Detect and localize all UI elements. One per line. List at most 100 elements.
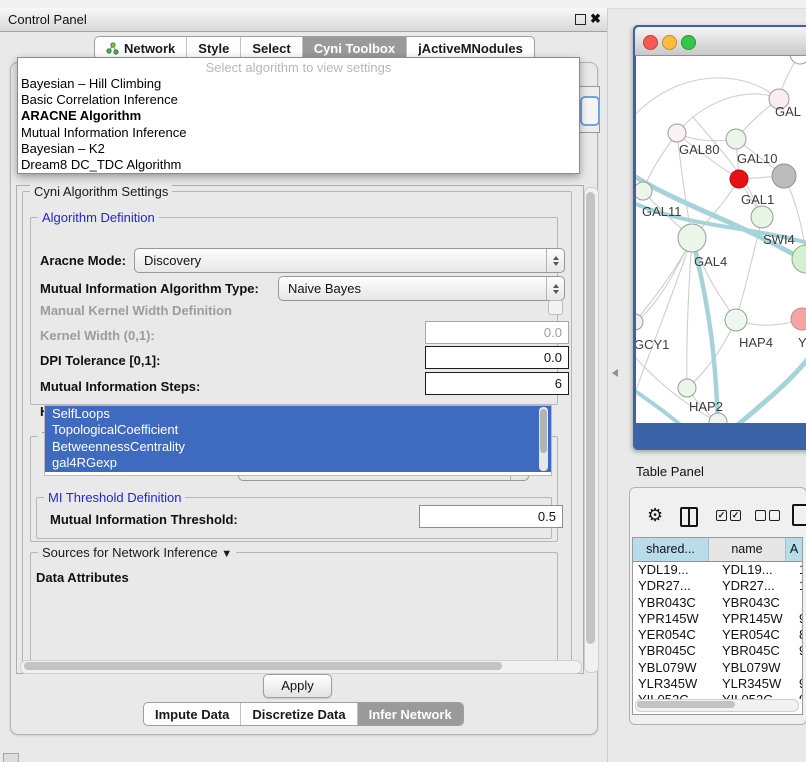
network-node[interactable] [725,309,747,331]
table-cell[interactable]: YBR045C [713,643,794,659]
network-node[interactable] [791,308,806,330]
network-edge[interactable] [636,238,692,396]
tab-discretize-data[interactable]: Discretize Data [241,703,357,725]
table-cell[interactable]: YIL052C [713,692,794,699]
network-edge-highlighted[interactable] [636,388,684,423]
network-node[interactable] [790,56,806,64]
dpi-tolerance-input[interactable]: 0.0 [425,346,569,369]
table-cell[interactable]: YDR27... [713,578,794,594]
dropdown-item[interactable]: Basic Correlation Inference [18,92,579,108]
network-edge[interactable] [636,238,692,322]
table-cell[interactable]: YPR145W [713,611,794,627]
table-cell[interactable]: YLR345W [713,676,794,692]
panel-collapse-arrow[interactable] [612,369,618,377]
table-cell[interactable]: YER054C [633,627,713,643]
table-row[interactable]: YIL052CYIL052C9 [633,692,802,699]
dropdown-item[interactable]: Mutual Information Inference [18,125,579,141]
table-cell[interactable]: YBL079W [713,660,794,676]
table-cell[interactable]: 9. [794,676,802,692]
minimize-traffic-light[interactable] [662,35,677,50]
tab-style[interactable]: Style [187,37,241,59]
table-cell[interactable]: YDL19... [633,562,713,578]
tab-impute-data[interactable]: Impute Data [144,703,241,725]
table-row[interactable]: YER054CYER054C8. [633,627,802,643]
network-view[interactable]: GALGAL80GAL10GAL1GAL11SWI4GAL4GCY1HAP4YH… [636,56,806,423]
network-node[interactable] [709,413,727,423]
unchecked-checkbox-icon[interactable] [755,510,766,521]
dropdown-item[interactable]: Bayesian – K2 [18,141,579,157]
network-node[interactable] [792,245,806,273]
attribute-list-item[interactable]: TopologicalCoefficient [45,422,551,438]
close-traffic-light[interactable] [643,35,658,50]
combo-stepper-fragment[interactable] [580,96,600,126]
dropdown-item[interactable]: Dream8 DC_TDC Algorithm [18,157,579,173]
network-node[interactable] [730,170,748,188]
network-node[interactable] [678,224,706,252]
tab-infer-network[interactable]: Infer Network [358,703,463,725]
data-attributes-list[interactable]: SelfLoopsTopologicalCoefficientBetweenne… [44,405,552,476]
table-cell[interactable]: YBL079W [633,660,713,676]
table-cell[interactable]: 9. [794,643,802,659]
network-node[interactable] [726,129,746,149]
float-window-icon[interactable] [575,14,586,25]
table-row[interactable]: YLR345WYLR345W9. [633,676,802,692]
network-node[interactable] [678,379,696,397]
table-row[interactable]: YDR27...YDR27...12 [633,578,802,594]
page-icon[interactable] [792,504,806,526]
table-cell[interactable]: 13 [794,562,802,578]
table-row[interactable]: YBR043CYBR043C [633,595,802,611]
table-row[interactable]: YDL19...YDL19...13 [633,562,802,578]
settings-hscrollbar-thumb[interactable] [24,662,502,670]
column-header-cut[interactable]: A [786,538,802,561]
table-cell[interactable]: YIL052C [633,692,713,699]
table-cell[interactable]: YPR145W [633,611,713,627]
mi-type-select[interactable]: Naive Bayes [278,276,565,301]
table-cell[interactable] [794,595,802,611]
tab-network[interactable]: Network [95,37,187,59]
kernel-width-input[interactable]: 0.0 [425,321,569,344]
network-edge-highlighted[interactable] [734,354,806,423]
unchecked-checkbox-icon[interactable] [769,510,780,521]
table-cell[interactable]: YDR27... [633,578,713,594]
checked-checkbox-icon[interactable]: ✓ [730,510,741,521]
network-edge[interactable] [687,238,692,388]
attribute-list-item[interactable]: SelfLoops [45,406,551,422]
gear-icon[interactable]: ⚙ [647,505,663,526]
table-cell[interactable]: YER054C [713,627,794,643]
dock-corner-icon[interactable] [3,753,19,762]
network-node[interactable] [636,182,652,200]
table-cell[interactable]: 9. [794,611,802,627]
network-edge[interactable] [636,78,779,118]
table-cell[interactable]: YBR043C [713,595,794,611]
sources-toggle[interactable]: Sources for Network Inference ▼ [38,546,236,561]
zoom-traffic-light[interactable] [681,35,696,50]
tab-select[interactable]: Select [241,37,302,59]
table-cell[interactable]: 12 [794,578,802,594]
table-cell[interactable]: 9 [794,692,802,699]
network-edge[interactable] [677,94,779,133]
table-cell[interactable] [794,660,802,676]
attribute-list-item[interactable]: BetweennessCentrality [45,439,551,455]
close-icon[interactable]: ✖ [590,11,601,27]
apply-button[interactable]: Apply [263,674,332,698]
checked-checkbox-icon[interactable]: ✓ [716,510,727,521]
tab-cyni-toolbox[interactable]: Cyni Toolbox [303,37,407,59]
table-cell[interactable]: YBR043C [633,595,713,611]
network-node[interactable] [751,206,773,228]
table-row[interactable]: YBL079WYBL079W [633,660,802,676]
network-node[interactable] [772,164,796,188]
dropdown-item[interactable]: Bayesian – Hill Climbing [18,76,579,92]
table-cell[interactable]: YLR345W [633,676,713,692]
table-hscrollbar-thumb[interactable] [637,701,735,708]
table-cell[interactable]: 8. [794,627,802,643]
table-cell[interactable]: YBR045C [633,643,713,659]
table-row[interactable]: YPR145WYPR145W9. [633,611,802,627]
network-node[interactable] [668,124,686,142]
column-header-name[interactable]: name [709,538,786,561]
manual-kernel-checkbox[interactable] [548,300,563,315]
columns-icon[interactable] [680,507,698,527]
settings-vscrollbar-thumb[interactable] [586,192,595,644]
mi-threshold-input[interactable]: 0.5 [419,505,563,528]
table-row[interactable]: YBR045CYBR045C9. [633,643,802,659]
tab-jactivemnodules[interactable]: jActiveMNodules [407,37,534,59]
